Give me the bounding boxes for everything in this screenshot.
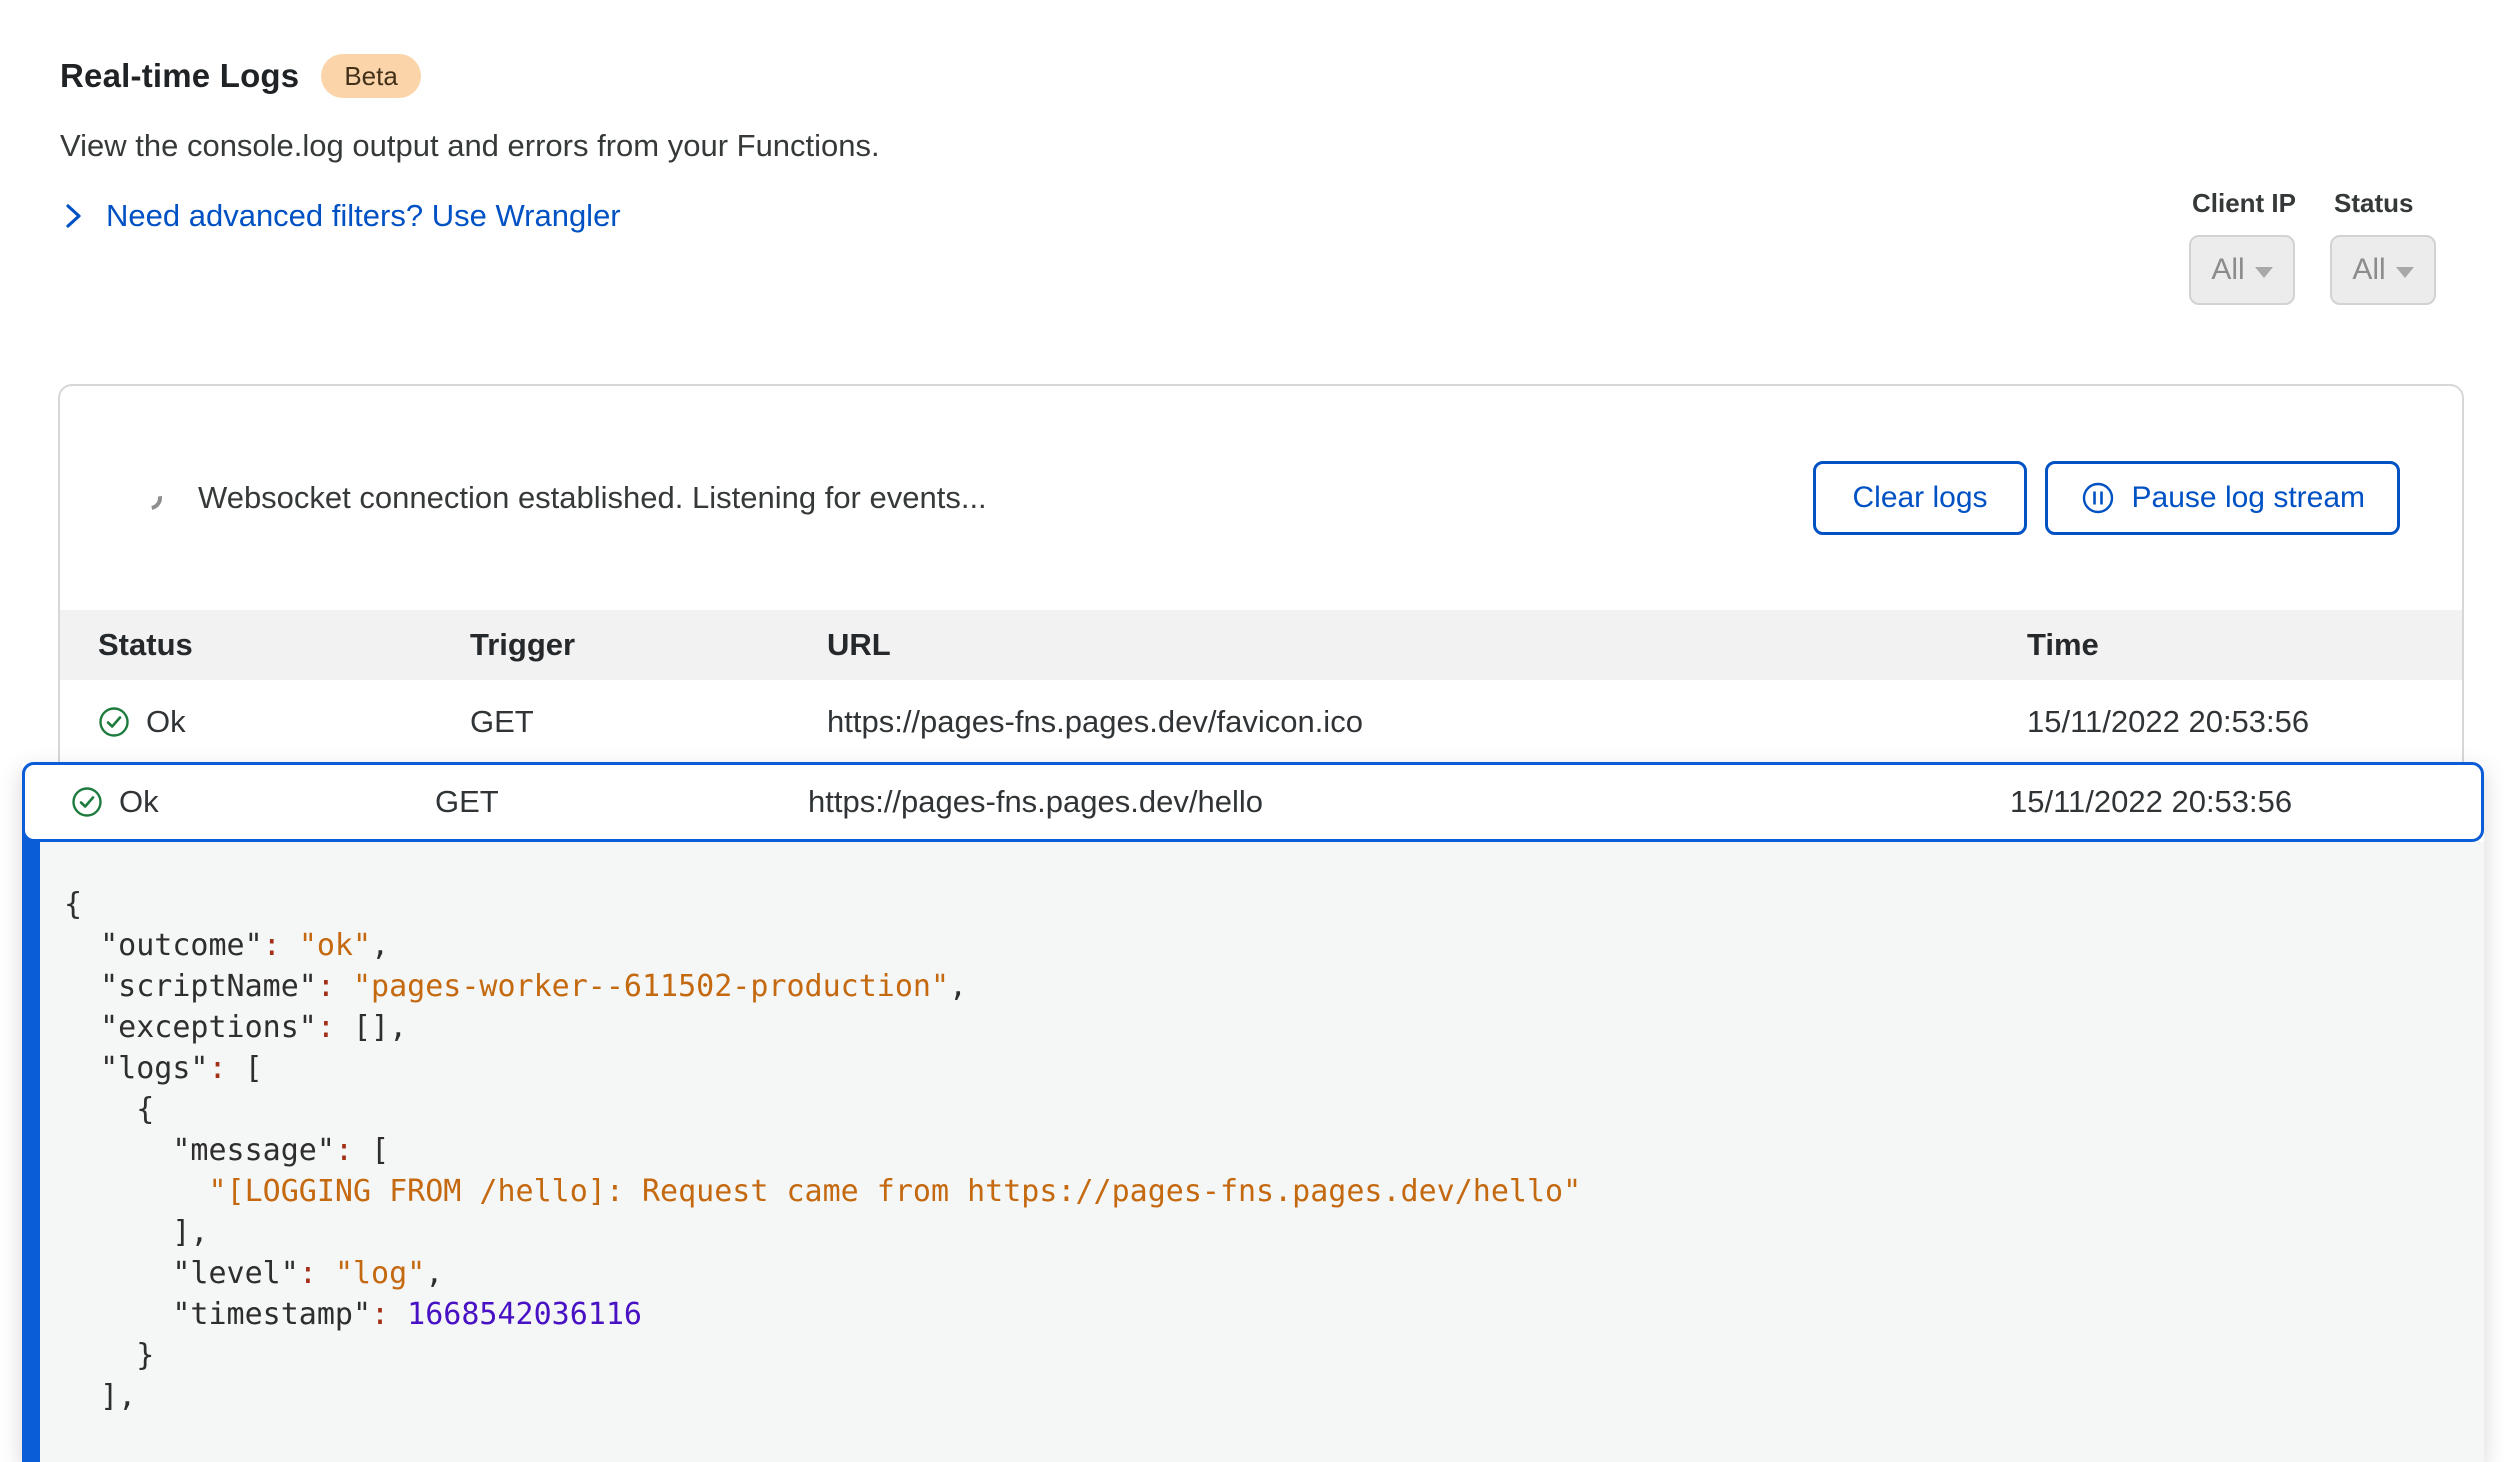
log-detail-line: "level": "log", [64,1253,2444,1294]
status-cell: Ok [98,704,470,740]
log-detail-line: } [64,1335,2444,1376]
beta-badge: Beta [321,54,421,98]
client-ip-filter-select[interactable]: All [2189,235,2295,305]
trigger-value: GET [435,784,808,820]
status-cell: Ok [71,784,435,820]
wrangler-link-label: Need advanced filters? Use Wrangler [106,198,621,234]
clear-logs-button[interactable]: Clear logs [1813,461,2026,535]
status-filter-value: All [2352,253,2385,287]
time-value: 15/11/2022 20:53:56 [2027,704,2462,740]
pause-log-stream-button[interactable]: Pause log stream [2045,461,2400,535]
status-filter: Status All [2330,188,2436,305]
time-value: 15/11/2022 20:53:56 [2010,784,2481,820]
table-header: Status Trigger URL Time [60,610,2462,680]
client-ip-filter-label: Client IP [2188,188,2296,219]
client-ip-filter: Client IP All [2188,188,2296,305]
table-row[interactable]: Ok GET https://pages-fns.pages.dev/favic… [60,680,2462,764]
log-filters: Client IP All Status All [2188,188,2436,305]
status-value: Ok [146,704,186,740]
log-detail-line: "exceptions": [], [64,1007,2444,1048]
log-detail-line: "outcome": "ok", [64,925,2444,966]
status-filter-select[interactable]: All [2330,235,2436,305]
page-subtitle: View the console.log output and errors f… [60,128,880,164]
log-detail-line: "scriptName": "pages-worker--611502-prod… [64,966,2444,1007]
log-detail-line: ], [64,1212,2444,1253]
column-header-time: Time [2027,627,2462,663]
pause-circle-icon [2080,480,2116,516]
title-row: Real-time Logs Beta [60,54,880,98]
log-detail-line: { [64,884,2444,925]
pause-log-stream-label: Pause log stream [2132,481,2365,515]
url-value: https://pages-fns.pages.dev/hello [808,784,2010,820]
column-header-trigger: Trigger [470,627,827,663]
wrangler-filters-link[interactable]: Need advanced filters? Use Wrangler [60,198,880,234]
log-detail-line: { [64,1089,2444,1130]
log-detail-line: "[LOGGING FROM /hello]: Request came fro… [64,1171,2444,1212]
client-ip-filter-value: All [2211,253,2244,287]
caret-down-icon [2255,267,2273,278]
log-detail-line: "logs": [ [64,1048,2444,1089]
log-detail-json: { "outcome": "ok", "scriptName": "pages-… [64,884,2444,1417]
log-detail-line: ], [64,1376,2444,1417]
column-header-status: Status [98,627,470,663]
spinner-icon [133,481,166,514]
trigger-value: GET [470,704,827,740]
stream-status-row: Websocket connection established. Listen… [60,386,2462,610]
expanded-log-entry: Ok GET https://pages-fns.pages.dev/hello… [22,762,2484,1462]
stream-status-message: Websocket connection established. Listen… [198,480,1813,516]
caret-down-icon [2396,267,2414,278]
status-value: Ok [119,784,159,820]
selected-accent-bar [22,762,40,1462]
column-header-url: URL [827,627,2027,663]
status-filter-label: Status [2330,188,2413,219]
check-circle-icon [71,786,103,818]
page-header: Real-time Logs Beta View the console.log… [60,54,880,234]
table-row-selected[interactable]: Ok GET https://pages-fns.pages.dev/hello… [22,762,2484,842]
log-detail-line: "timestamp": 1668542036116 [64,1294,2444,1335]
page-title: Real-time Logs [60,57,299,95]
check-circle-icon [98,706,130,738]
log-detail-line: "message": [ [64,1130,2444,1171]
log-detail-panel: { "outcome": "ok", "scriptName": "pages-… [40,842,2484,1462]
url-value: https://pages-fns.pages.dev/favicon.ico [827,704,2027,740]
chevron-right-icon [60,201,86,231]
